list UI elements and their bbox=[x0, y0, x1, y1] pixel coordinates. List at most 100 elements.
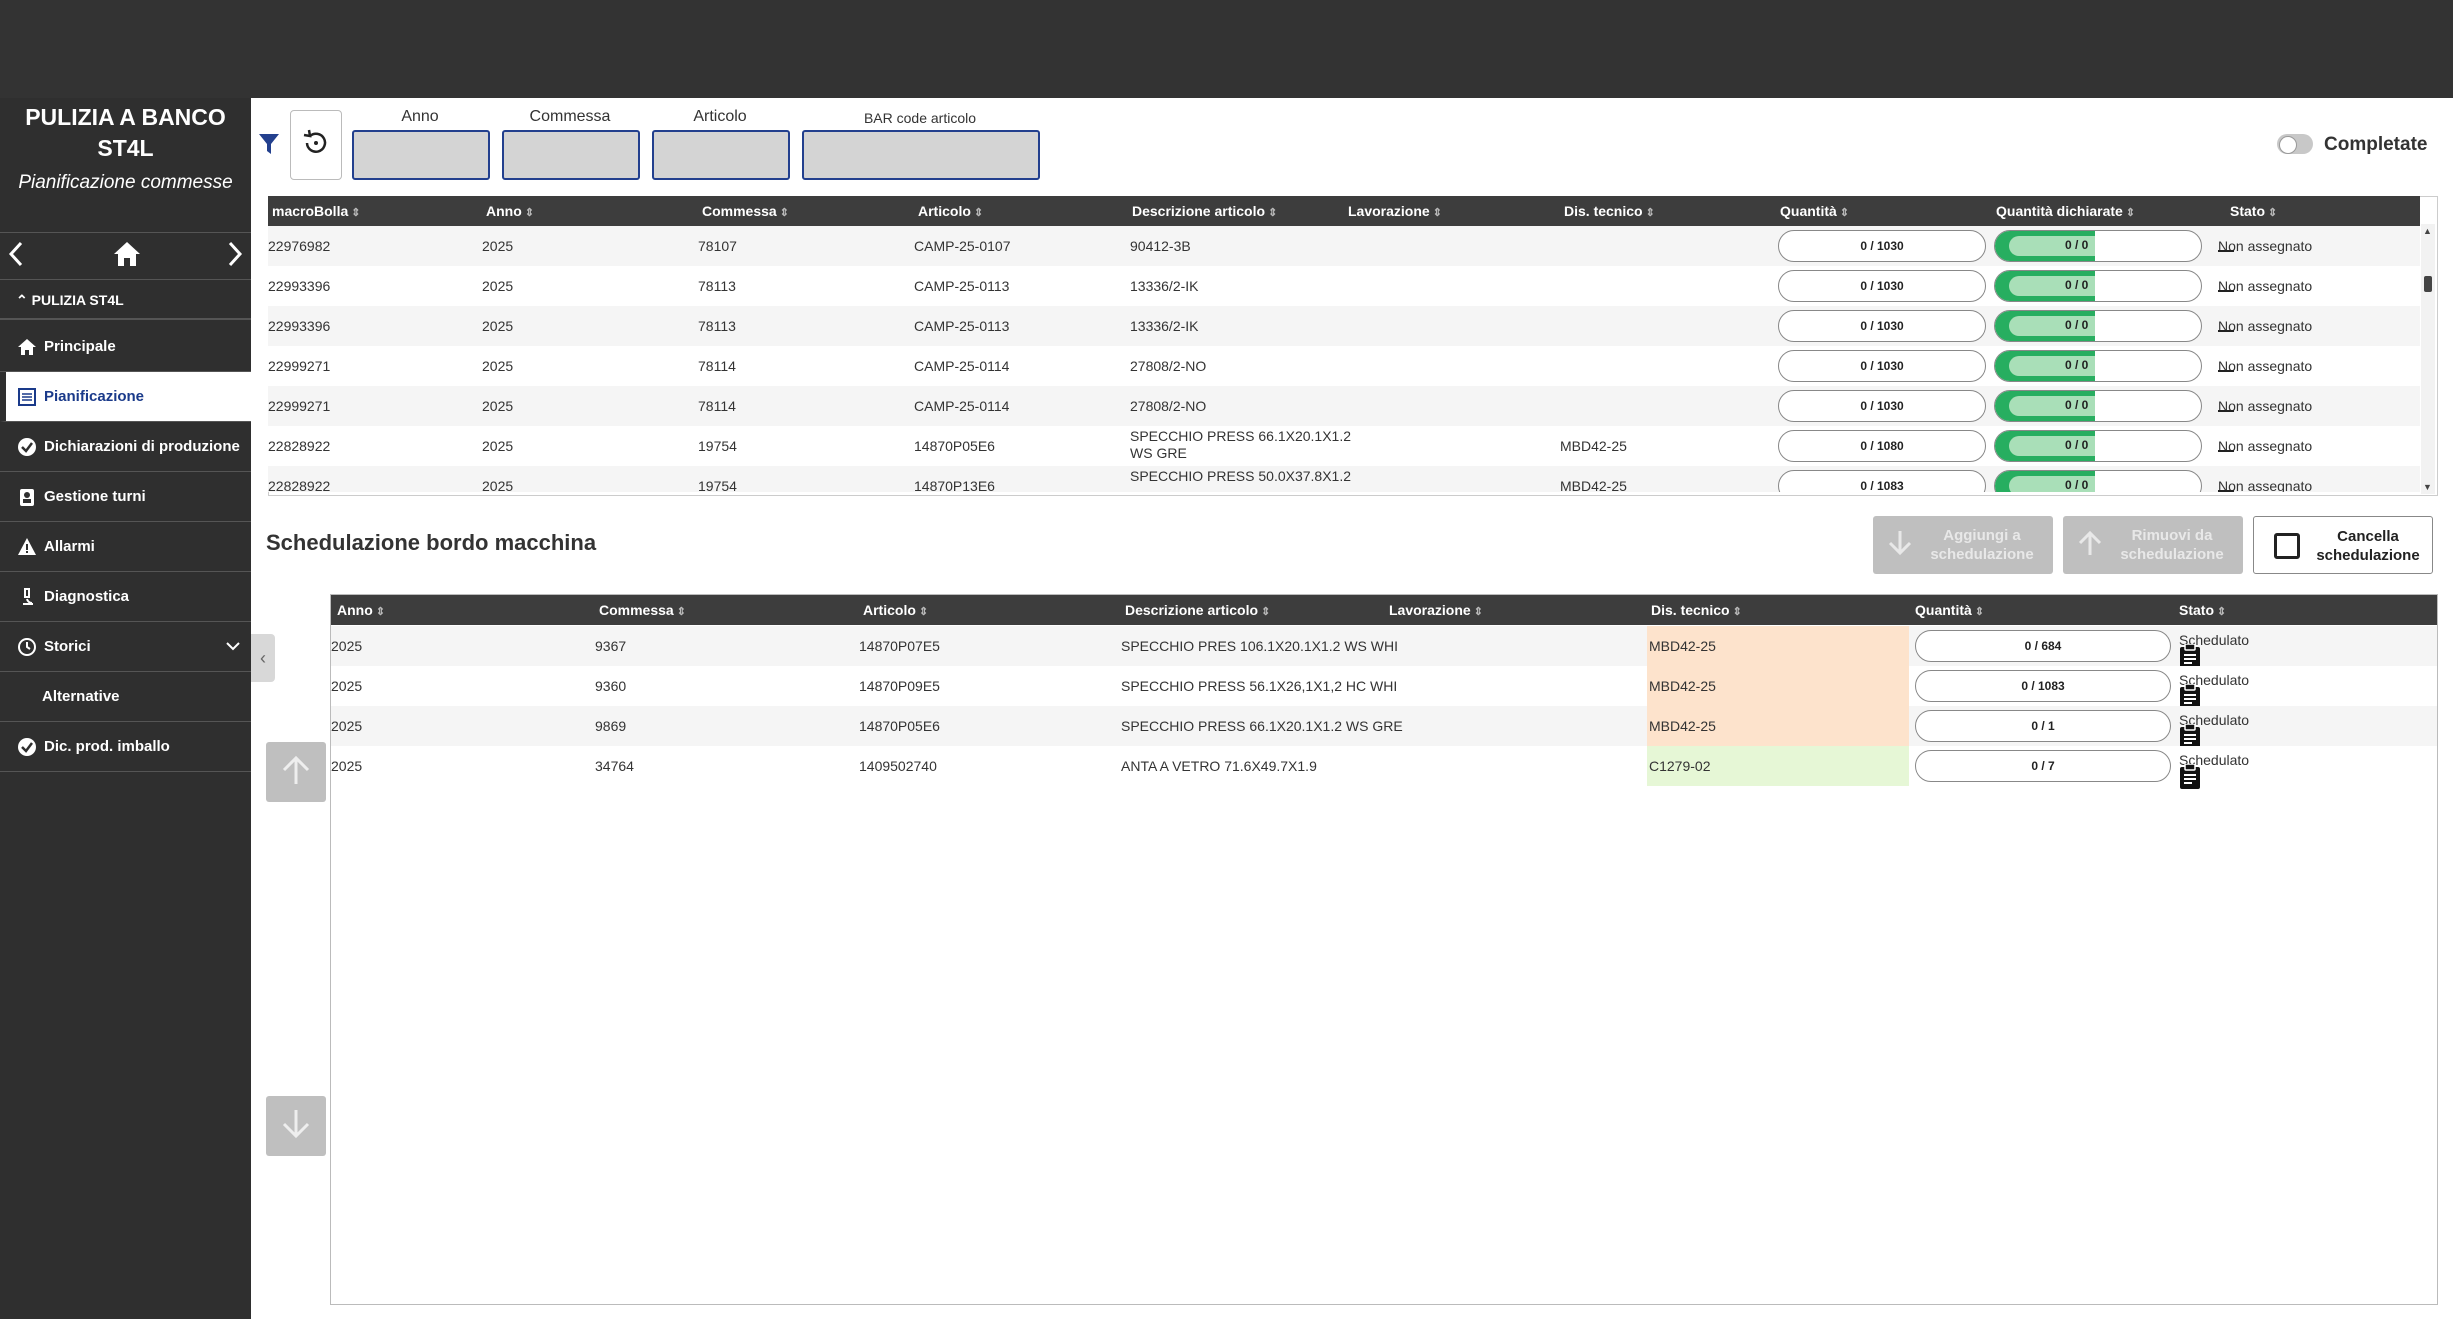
scroll-up-icon[interactable]: ▲ bbox=[2423, 226, 2432, 236]
col-header-commessa[interactable]: Commessa bbox=[599, 602, 686, 618]
sidebar-subtitle: Pianificazione commesse bbox=[18, 172, 233, 193]
table-row[interactable]: 2025 34764 1409502740 ANTA A VETRO 71.6X49.… bbox=[331, 746, 2437, 789]
col-header-anno[interactable]: Anno bbox=[337, 602, 385, 618]
declared-quantity-text: 0 / 0 bbox=[2065, 478, 2089, 492]
cell-articolo: 14870P05E6 bbox=[859, 718, 940, 734]
sidebar-item-pianificazione[interactable]: Pianificazione bbox=[0, 372, 251, 422]
clear-schedule-button[interactable]: Cancella schedulazione bbox=[2253, 516, 2433, 574]
chevron-left-icon[interactable] bbox=[8, 241, 24, 275]
col-header-dis-tecnico[interactable]: Dis. tecnico bbox=[1564, 203, 1655, 219]
table-row[interactable]: 22976982 2025 78107 CAMP-25-0107 90412-3B 0 /… bbox=[268, 226, 2420, 266]
cell-descrizione: SPECCHIO PRES 106.1X20.1X1.2 WS WHI bbox=[1121, 638, 1398, 654]
col-header-quantita[interactable]: Quantità bbox=[1915, 602, 1984, 618]
col-header-stato[interactable]: Stato bbox=[2179, 602, 2226, 618]
move-up-button[interactable] bbox=[266, 742, 326, 802]
table-row[interactable]: 22993396 2025 78113 CAMP-25-0113 13336/2-IK 0… bbox=[268, 266, 2420, 306]
cell-descrizione-line1: SPECCHIO PRESS 50.0X37.8X1.2 bbox=[1130, 468, 1351, 484]
cell-macrobolla: 22993396 bbox=[268, 318, 331, 334]
cell-stato: Non assegnato bbox=[2218, 238, 2312, 254]
col-header-lavorazione[interactable]: Lavorazione bbox=[1389, 602, 1483, 618]
col-header-quantita-dichiarate[interactable]: Quantità dichiarate bbox=[1996, 203, 2135, 219]
cell-macrobolla: 22993396 bbox=[268, 278, 331, 294]
quantity-pill: 0 / 1030 bbox=[1778, 310, 1986, 342]
col-header-anno[interactable]: Anno bbox=[486, 203, 534, 219]
declared-quantity-bar: 0 / 0 bbox=[1994, 230, 2202, 262]
col-header-quantita[interactable]: Quantità bbox=[1780, 203, 1849, 219]
arrow-down-icon bbox=[1885, 528, 1915, 558]
filter-anno-input[interactable] bbox=[352, 130, 490, 180]
cell-anno: 2025 bbox=[482, 278, 514, 294]
cell-descrizione: 27808/2-NO bbox=[1130, 358, 1207, 374]
cell-articolo: 14870P07E5 bbox=[859, 638, 940, 654]
sidebar-item-dic-prod-imballo[interactable]: Dic. prod. imballo bbox=[0, 722, 251, 772]
table-row[interactable]: 22999271 2025 78114 CAMP-25-0114 27808/2-NO 0… bbox=[268, 346, 2420, 386]
commesse-table-scrollbar[interactable]: ▲ ▼ bbox=[2421, 224, 2435, 494]
microscope-icon bbox=[16, 586, 38, 608]
sidebar-item-dichiarazioni[interactable]: Dichiarazioni di produzione bbox=[0, 422, 251, 472]
filter-barcode-input[interactable] bbox=[802, 130, 1040, 180]
scrollbar-thumb[interactable] bbox=[2424, 276, 2432, 292]
quantity-pill: 0 / 1083 bbox=[1778, 470, 1986, 492]
sidebar-item-label: Pianificazione bbox=[44, 388, 145, 405]
cell-stato: Schedulato bbox=[2179, 712, 2249, 749]
schedule-table-header: Anno Commessa Articolo Descrizione artic… bbox=[331, 595, 2437, 625]
sidebar-item-principale[interactable]: Principale bbox=[0, 322, 251, 372]
cell-stato: Non assegnato bbox=[2218, 278, 2312, 294]
table-row[interactable]: 22828922 2025 19754 14870P13E6 SPECCHIO PRES… bbox=[268, 466, 2420, 492]
add-to-schedule-button[interactable]: Aggiungi a schedulazione bbox=[1873, 516, 2053, 574]
home-icon[interactable] bbox=[112, 239, 142, 269]
cell-commessa: 34764 bbox=[595, 758, 634, 774]
sidebar-item-label: Gestione turni bbox=[44, 488, 146, 505]
table-row[interactable]: 2025 9367 14870P07E5 SPECCHIO PRES 106.1X20… bbox=[331, 626, 2437, 669]
declared-quantity-text: 0 / 0 bbox=[2065, 438, 2089, 452]
completate-toggle[interactable] bbox=[2277, 134, 2313, 154]
sidebar-item-gestione-turni[interactable]: Gestione turni bbox=[0, 472, 251, 522]
filter-articolo-input[interactable] bbox=[652, 130, 790, 180]
col-header-articolo[interactable]: Articolo bbox=[863, 602, 928, 618]
filter-commessa-input[interactable] bbox=[502, 130, 640, 180]
quantity-pill: 0 / 1030 bbox=[1778, 230, 1986, 262]
declared-quantity-text: 0 / 0 bbox=[2065, 318, 2089, 332]
cell-descrizione: SPECCHIO PRESS 56.1X26,1X1,2 HC WHI bbox=[1121, 678, 1398, 694]
cell-stato: Non assegnato bbox=[2218, 398, 2312, 414]
move-down-button[interactable] bbox=[266, 1096, 326, 1156]
cell-anno: 2025 bbox=[482, 238, 514, 254]
scroll-down-icon[interactable]: ▼ bbox=[2423, 482, 2432, 492]
quantity-pill: 0 / 7 bbox=[1915, 750, 2171, 782]
col-header-articolo[interactable]: Articolo bbox=[918, 203, 983, 219]
col-header-stato[interactable]: Stato bbox=[2230, 203, 2277, 219]
cell-anno: 2025 bbox=[331, 638, 363, 654]
table-row[interactable]: 22993396 2025 78113 CAMP-25-0113 13336/2-IK 0… bbox=[268, 306, 2420, 346]
col-header-descrizione[interactable]: Descrizione articolo bbox=[1132, 203, 1277, 219]
col-header-commessa[interactable]: Commessa bbox=[702, 203, 789, 219]
col-header-lavorazione[interactable]: Lavorazione bbox=[1348, 203, 1442, 219]
sidebar-item-allarmi[interactable]: Allarmi bbox=[0, 522, 251, 572]
col-header-descrizione[interactable]: Descrizione articolo bbox=[1125, 602, 1270, 618]
cell-articolo: 1409502740 bbox=[859, 758, 937, 774]
table-row[interactable]: 2025 9869 14870P05E6 SPECCHIO PRESS 66.1X20… bbox=[331, 706, 2437, 749]
reset-filters-button[interactable] bbox=[290, 110, 342, 180]
filter-icon[interactable] bbox=[258, 132, 282, 156]
sidebar-collapse-tab[interactable]: ‹ bbox=[251, 634, 275, 682]
sidebar-group-pulizia[interactable]: ⌃ PULIZIA ST4L bbox=[0, 280, 251, 320]
table-row[interactable]: 22828922 2025 19754 14870P05E6 SPECCHIO PRES… bbox=[268, 426, 2420, 466]
cell-commessa: 9360 bbox=[595, 678, 627, 694]
cell-dis-tecnico: C1279-02 bbox=[1649, 758, 1711, 774]
table-row[interactable]: 2025 9360 14870P09E5 SPECCHIO PRESS 56.1X26… bbox=[331, 666, 2437, 709]
cell-descrizione: SPECCHIO PRESS 66.1X20.1X1.2 WS GRE bbox=[1121, 718, 1403, 734]
col-header-macrobolla[interactable]: macroBolla bbox=[272, 203, 361, 219]
sidebar-item-storici[interactable]: Storici bbox=[0, 622, 251, 672]
sidebar-item-label: Dichiarazioni di produzione bbox=[44, 438, 240, 455]
dash-icon bbox=[2218, 330, 2234, 332]
cell-macrobolla: 22999271 bbox=[268, 398, 331, 414]
sidebar-item-alternative[interactable]: Alternative bbox=[0, 672, 251, 722]
table-row[interactable]: 22999271 2025 78114 CAMP-25-0114 27808/2-NO 0… bbox=[268, 386, 2420, 426]
remove-from-schedule-button[interactable]: Rimuovi da schedulazione bbox=[2063, 516, 2243, 574]
col-header-dis-tecnico[interactable]: Dis. tecnico bbox=[1651, 602, 1742, 618]
cell-articolo: CAMP-25-0114 bbox=[914, 358, 1010, 374]
sidebar-item-diagnostica[interactable]: Diagnostica bbox=[0, 572, 251, 622]
chevron-right-icon[interactable] bbox=[227, 241, 243, 275]
cell-stato: Non assegnato bbox=[2218, 478, 2312, 492]
history-icon bbox=[16, 636, 38, 658]
cell-macrobolla: 22828922 bbox=[268, 438, 331, 454]
